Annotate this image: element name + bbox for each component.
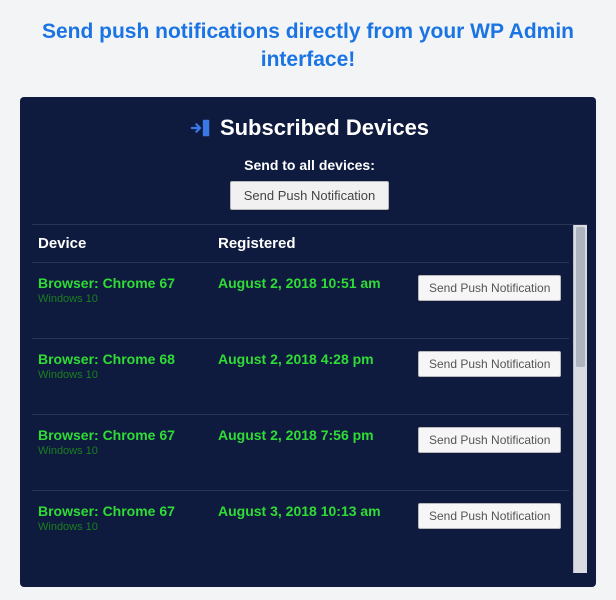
hero-headline: Send push notifications directly from yo… [0,0,616,97]
scrollbar[interactable] [573,225,587,573]
device-registered: August 3, 2018 10:13 am [218,503,418,519]
login-icon [190,117,212,139]
table-row: Browser: Chrome 67 Windows 10 August 2, … [32,415,569,491]
scrollbar-thumb[interactable] [576,227,585,367]
col-registered-header: Registered [218,235,418,252]
send-all-section: Send to all devices: Send Push Notificat… [32,157,587,210]
send-push-button[interactable]: Send Push Notification [418,427,561,453]
table-row: Browser: Chrome 67 Windows 10 August 3, … [32,491,569,567]
panel-title-text: Subscribed Devices [220,115,429,141]
panel-title: Subscribed Devices [32,115,587,141]
table-row: Browser: Chrome 67 Windows 10 August 2, … [32,263,569,339]
device-browser: Browser: Chrome 68 [38,351,218,367]
device-os: Windows 10 [38,445,218,457]
send-all-label: Send to all devices: [32,157,587,173]
device-registered: August 2, 2018 7:56 pm [218,427,418,443]
device-os: Windows 10 [38,369,218,381]
device-os: Windows 10 [38,293,218,305]
device-browser: Browser: Chrome 67 [38,503,218,519]
subscribed-devices-panel: Subscribed Devices Send to all devices: … [20,97,596,587]
device-registered: August 2, 2018 4:28 pm [218,351,418,367]
device-registered: August 2, 2018 10:51 am [218,275,418,291]
device-os: Windows 10 [38,521,218,533]
device-browser: Browser: Chrome 67 [38,275,218,291]
table-row: Browser: Chrome 68 Windows 10 August 2, … [32,339,569,415]
send-push-button[interactable]: Send Push Notification [418,275,561,301]
send-push-button[interactable]: Send Push Notification [418,351,561,377]
device-browser: Browser: Chrome 67 [38,427,218,443]
col-device-header: Device [38,235,218,252]
send-push-button[interactable]: Send Push Notification [418,503,561,529]
devices-table: Device Registered Browser: Chrome 67 Win… [32,224,587,573]
table-header-row: Device Registered [32,225,569,263]
send-all-button[interactable]: Send Push Notification [230,181,390,210]
